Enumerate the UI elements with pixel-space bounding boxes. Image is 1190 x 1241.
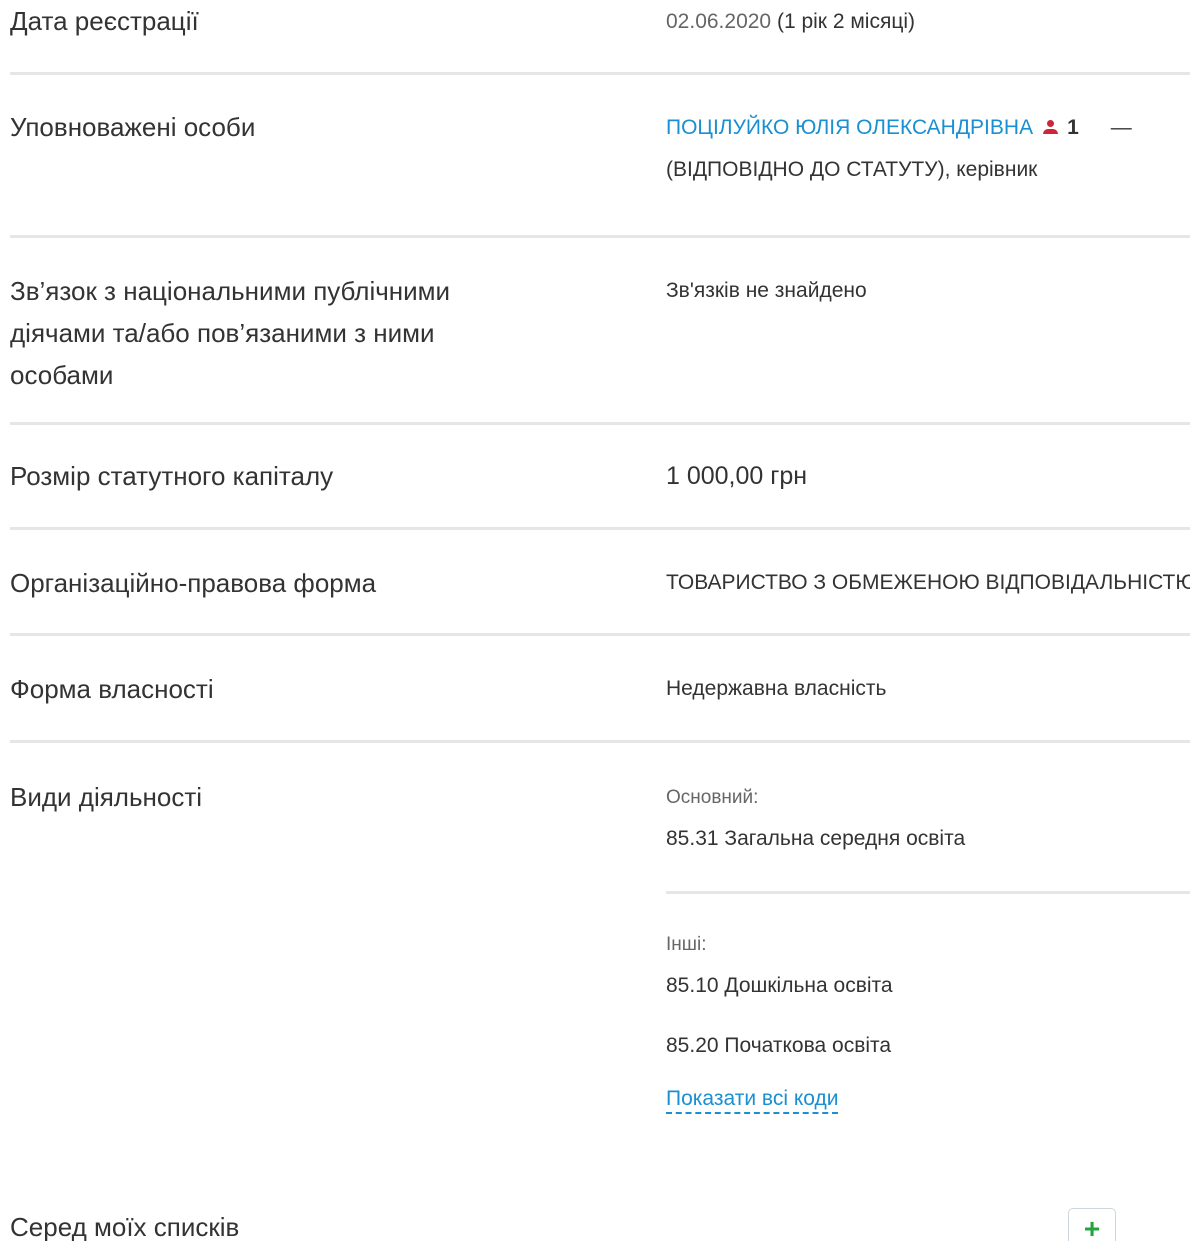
divider [10,633,1190,636]
registration-date: 02.06.2020 [666,10,772,33]
plus-icon: + [1083,1213,1101,1241]
other-activity-item: 85.20 Початкова освіта [666,1034,892,1057]
capital-value: 1 000,00 грн [666,462,808,490]
person-icon [1041,120,1061,136]
pep-connections-label: Зв’язок з національними публічними діяча… [10,276,451,390]
authorized-dash: — [1110,116,1132,139]
registration-date-value: 02.06.2020 (1 рік 2 місяці) [666,7,915,37]
show-all-codes-link[interactable]: Показати всі коди [666,1087,839,1114]
add-to-list-button[interactable]: + [1068,1208,1116,1241]
main-activity-item: 85.31 Загальна середня освіта [666,827,966,850]
divider [10,527,1190,530]
legal-form-value: ТОВАРИСТВО З ОБМЕЖЕНОЮ ВІДПОВІДАЛЬНІСТЮ [666,571,1190,594]
authorized-person-role: (ВІДПОВІДНО ДО СТАТУТУ), керівник [666,158,1038,181]
divider [10,422,1190,425]
ownership-value: Недержавна власність [666,677,887,700]
authorized-person-line: ПОЦІЛУЙКО ЮЛІЯ ОЛЕКСАНДРІВНА 1 — [666,113,1132,143]
divider [10,235,1190,238]
pep-connections-value: Зв'язків не знайдено [666,279,867,302]
authorized-person-link[interactable]: ПОЦІЛУЙКО ЮЛІЯ ОЛЕКСАНДРІВНА [666,116,1033,139]
ownership-label: Форма власності [10,674,214,704]
other-activities-heading: Інші: [666,934,707,955]
company-details-page: Дата реєстрації 02.06.2020 (1 рік 2 міся… [0,0,1190,1241]
other-activity-item: 85.10 Дошкільна освіта [666,974,893,997]
legal-form-label: Організаційно-правова форма [10,568,377,598]
authorized-persons-label: Уповноважені особи [10,112,256,142]
capital-label: Розмір статутного капіталу [10,461,334,491]
divider [10,740,1190,743]
divider [10,72,1190,75]
registration-duration: (1 рік 2 місяці) [776,10,916,33]
my-lists-label: Серед моїх списків [10,1212,240,1241]
registration-date-label: Дата реєстрації [10,6,199,36]
activities-label: Види діяльності [10,782,203,812]
main-activity-heading: Основний: [666,787,759,808]
activities-divider [666,891,1190,894]
show-all-codes-line: Показати всі коди [666,1084,839,1114]
authorized-person-count: 1 [1067,116,1079,139]
